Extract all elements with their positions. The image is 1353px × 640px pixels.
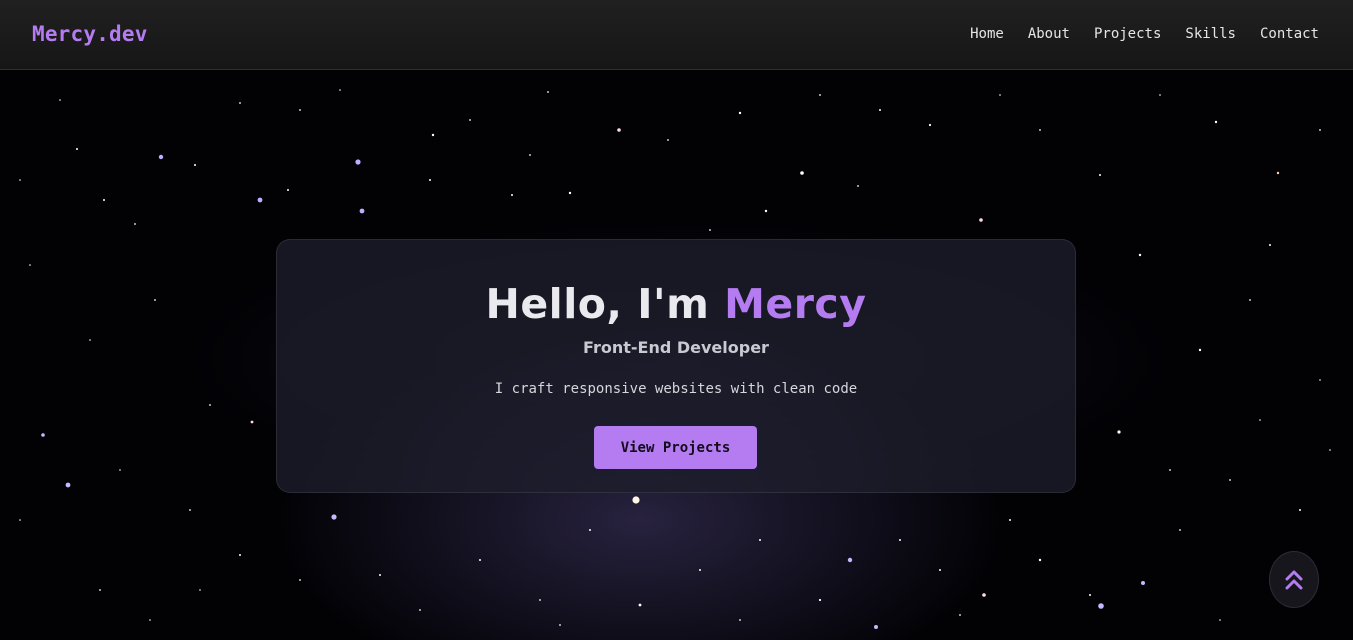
hero-subtitle: Front-End Developer (583, 338, 769, 357)
navbar: Mercy.dev Home About Projects Skills Con… (0, 0, 1353, 70)
nav-links: Home About Projects Skills Contact (970, 26, 1319, 42)
view-projects-button[interactable]: View Projects (594, 426, 757, 469)
nav-link-contact[interactable]: Contact (1260, 26, 1319, 42)
hero-name: Mercy (724, 280, 867, 328)
page: Mercy.dev Home About Projects Skills Con… (0, 0, 1353, 640)
hero-title: Hello, I'm Mercy (277, 280, 1075, 328)
nav-link-projects[interactable]: Projects (1094, 26, 1161, 42)
double-chevron-up-icon (1285, 570, 1303, 589)
site-logo[interactable]: Mercy.dev (32, 22, 148, 46)
hero-tagline: I craft responsive websites with clean c… (494, 381, 858, 397)
nav-link-home[interactable]: Home (970, 26, 1004, 42)
hero-card: Hello, I'm Mercy Front-End Developer I c… (276, 239, 1076, 493)
back-to-top-button[interactable] (1269, 551, 1319, 608)
nav-link-skills[interactable]: Skills (1185, 26, 1236, 42)
hero-greeting: Hello, I'm (485, 280, 710, 328)
nav-link-about[interactable]: About (1028, 26, 1070, 42)
